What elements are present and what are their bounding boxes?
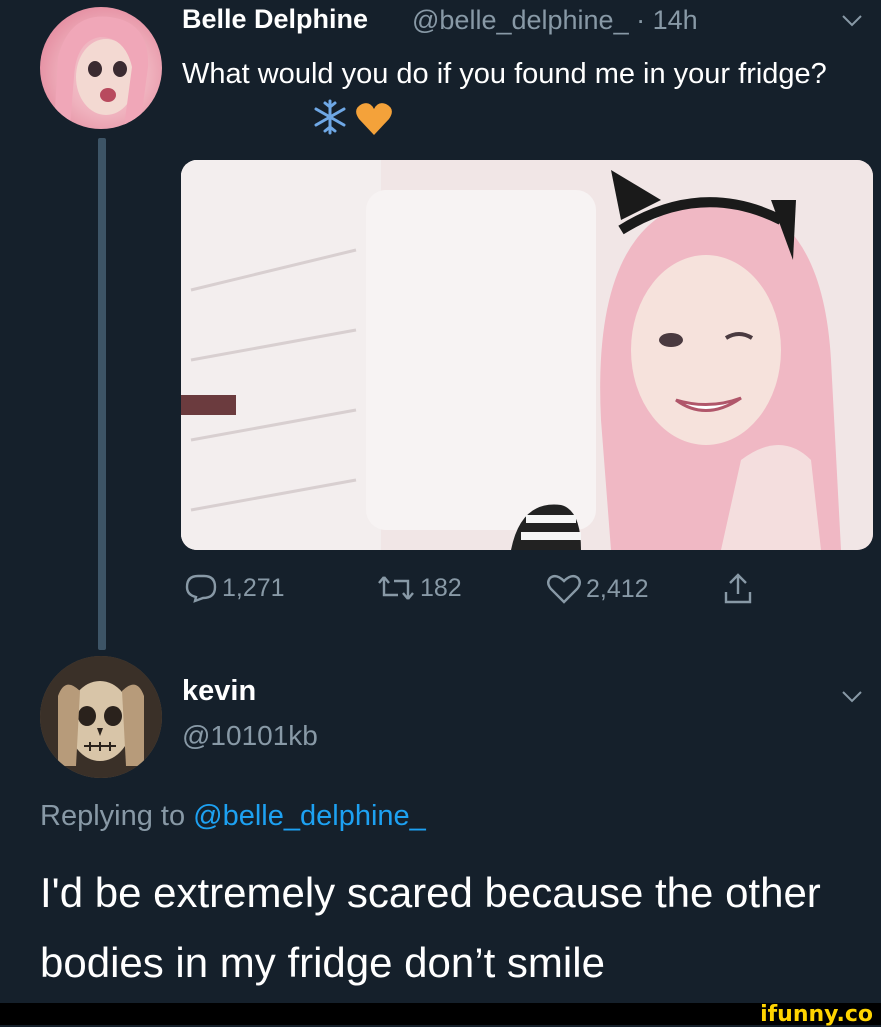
reply-author-name[interactable]: kevin [182,675,256,708]
replying-to-handle-link[interactable]: @belle_delphine_ [193,800,426,832]
retweet-button[interactable]: 182 [376,573,462,603]
tweet-media-photo[interactable] [181,160,873,550]
tweet-author-name[interactable]: Belle Delphine [182,4,368,35]
tweet-emojis [312,97,402,144]
thread-connector-line [98,138,106,650]
watermark-logo: ifunny.co [760,1002,873,1027]
reply-button[interactable]: 1,271 [184,573,285,603]
tweet-author-handle-time[interactable]: @belle_delphine_ · 14h [412,5,698,36]
reply-icon [185,574,217,603]
share-button[interactable] [723,572,753,606]
heart-icon [547,574,581,604]
retweet-count: 182 [420,573,462,602]
retweet-icon [378,576,414,600]
avatar[interactable] [40,656,162,778]
reply-author-handle[interactable]: @10101kb [182,720,318,752]
replying-to: Replying to @belle_delphine_ [40,800,426,833]
replying-to-label: Replying to [40,800,186,832]
like-count: 2,412 [586,574,649,603]
watermark-bar [0,1003,881,1025]
snowflake-emoji-icon [314,99,346,135]
share-icon [724,573,752,604]
chevron-down-icon[interactable] [841,690,863,709]
reply-text: I'd be extremely scared because the othe… [40,869,821,986]
like-button[interactable]: 2,412 [546,573,649,605]
tweet-text: What would you do if you found me in you… [182,58,827,90]
chevron-down-icon[interactable] [841,14,863,33]
avatar[interactable] [40,7,162,129]
reply-count: 1,271 [222,573,285,602]
orange-heart-emoji-icon [356,103,392,135]
